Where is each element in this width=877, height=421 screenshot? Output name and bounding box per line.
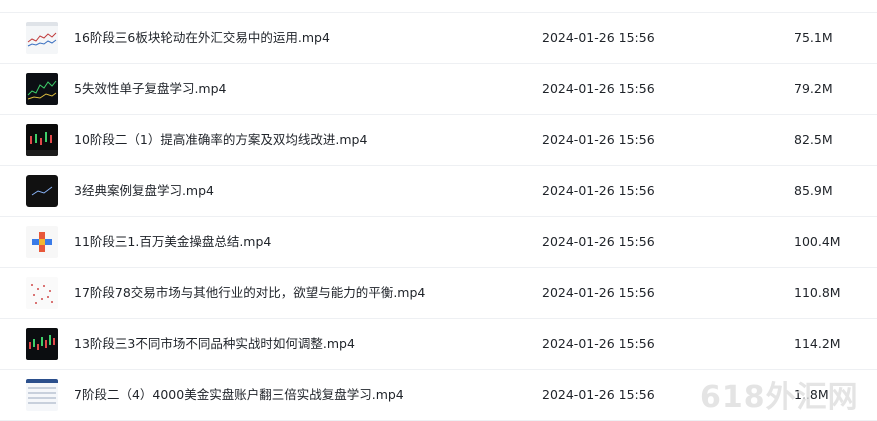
video-thumbnail	[26, 22, 58, 54]
file-name[interactable]: 16阶段三6板块轮动在外汇交易中的运用.mp4	[74, 29, 330, 47]
file-size: 114.2M	[794, 336, 841, 351]
file-name[interactable]: 5失效性单子复盘学习.mp4	[74, 80, 227, 98]
file-name[interactable]: 11阶段三1.百万美金操盘总结.mp4	[74, 233, 271, 251]
file-row[interactable]: 17阶段78交易市场与其他行业的对比，欲望与能力的平衡.mp4 2024-01-…	[0, 268, 877, 319]
file-size: 82.5M	[794, 132, 833, 147]
file-row[interactable]: 5失效性单子复盘学习.mp4 2024-01-26 15:56 79.2M	[0, 64, 877, 115]
file-row[interactable]: 3经典案例复盘学习.mp4 2024-01-26 15:56 85.9M	[0, 166, 877, 217]
modified-date: 2024-01-26 15:56	[542, 285, 655, 300]
file-row[interactable]: 11阶段三1.百万美金操盘总结.mp4 2024-01-26 15:56 100…	[0, 217, 877, 268]
file-row[interactable]: 10阶段二（1）提高准确率的方案及双均线改进.mp4 2024-01-26 15…	[0, 115, 877, 166]
modified-date: 2024-01-26 15:56	[542, 336, 655, 351]
file-name[interactable]: 13阶段三3不同市场不同品种实战时如何调整.mp4	[74, 335, 355, 353]
file-name[interactable]: 7阶段二（4）4000美金实盘账户翻三倍实战复盘学习.mp4	[74, 386, 404, 404]
video-thumbnail	[26, 73, 58, 105]
video-thumbnail	[26, 379, 58, 411]
file-size: 79.2M	[794, 81, 833, 96]
modified-date: 2024-01-26 15:56	[542, 234, 655, 249]
video-thumbnail	[26, 328, 58, 360]
site-watermark: 618外汇网	[700, 380, 859, 415]
video-thumbnail	[26, 124, 58, 156]
file-size: 110.8M	[794, 285, 841, 300]
video-thumbnail	[26, 226, 58, 258]
file-row[interactable]: 13阶段三3不同市场不同品种实战时如何调整.mp4 2024-01-26 15:…	[0, 319, 877, 370]
file-size: 85.9M	[794, 183, 833, 198]
file-size: 100.4M	[794, 234, 841, 249]
file-size: 75.1M	[794, 30, 833, 45]
modified-date: 2024-01-26 15:56	[542, 183, 655, 198]
modified-date: 2024-01-26 15:56	[542, 81, 655, 96]
file-row[interactable]: 16阶段三6板块轮动在外汇交易中的运用.mp4 2024-01-26 15:56…	[0, 13, 877, 64]
video-thumbnail	[26, 175, 58, 207]
modified-date: 2024-01-26 15:56	[542, 132, 655, 147]
file-name[interactable]: 10阶段二（1）提高准确率的方案及双均线改进.mp4	[74, 131, 367, 149]
video-thumbnail	[26, 277, 58, 309]
modified-date: 2024-01-26 15:56	[542, 30, 655, 45]
file-name[interactable]: 3经典案例复盘学习.mp4	[74, 182, 214, 200]
modified-date: 2024-01-26 15:56	[542, 387, 655, 402]
file-name[interactable]: 17阶段78交易市场与其他行业的对比，欲望与能力的平衡.mp4	[74, 284, 425, 302]
